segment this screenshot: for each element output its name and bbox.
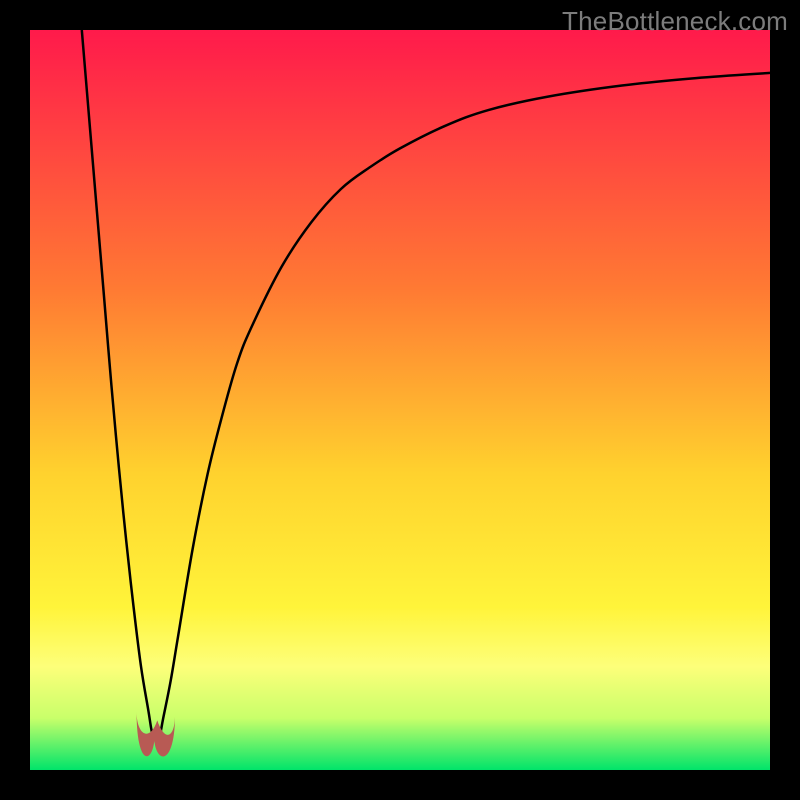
plot-area [30, 30, 770, 770]
chart-frame: TheBottleneck.com [0, 0, 800, 800]
watermark-text: TheBottleneck.com [562, 6, 788, 37]
plot-svg [30, 30, 770, 770]
